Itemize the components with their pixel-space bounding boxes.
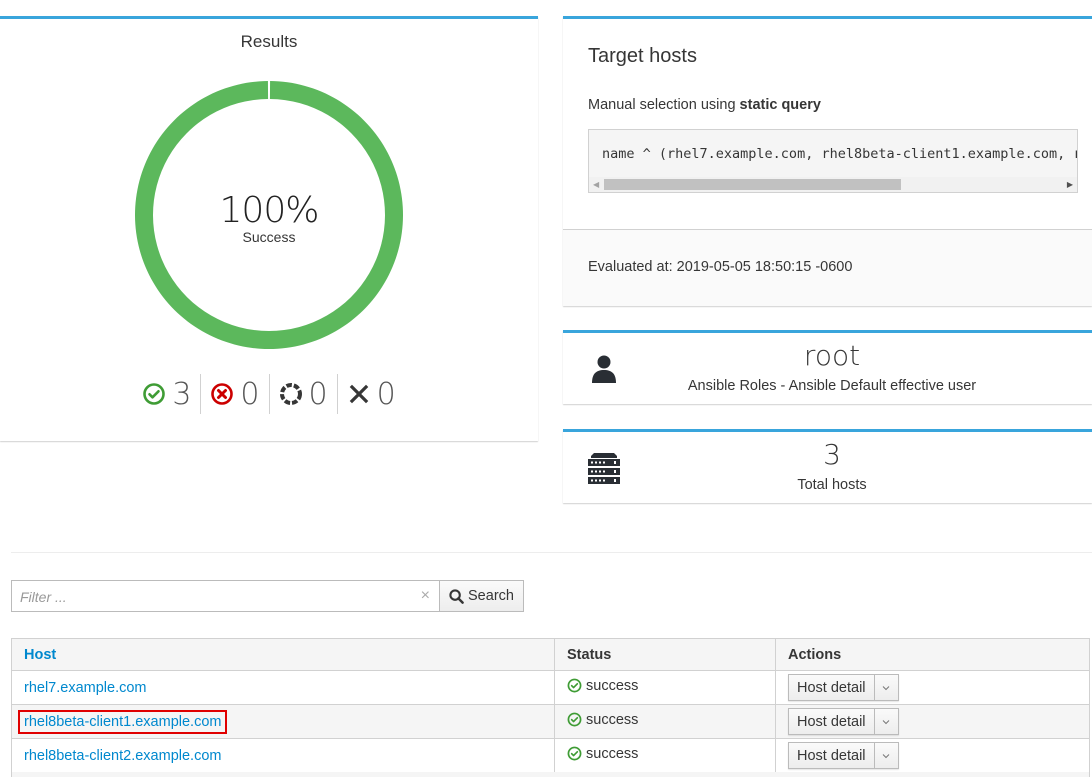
scroll-left-arrow-icon[interactable]: ◀	[593, 180, 599, 189]
count-success: 3	[133, 374, 200, 414]
clear-filter-icon[interactable]: ×	[421, 587, 430, 605]
results-card: Results 100% Success 3 0 0 0	[0, 16, 538, 441]
host-cell: rhel7.example.com	[11, 670, 555, 705]
host-cell: rhel8beta-client2.example.com	[11, 738, 555, 773]
table-footer-row	[11, 772, 1090, 777]
actions-cell: Host detail	[775, 670, 1090, 705]
horizontal-scrollbar[interactable]: ◀ ▶	[589, 177, 1077, 192]
target-selection-description: Manual selection using static query	[588, 97, 821, 113]
status-cell: success	[554, 738, 776, 773]
status-text: success	[586, 711, 639, 728]
search-button-label: Search	[468, 588, 514, 604]
pending-spinner-icon	[279, 383, 302, 405]
search-icon	[449, 588, 464, 604]
column-header-host[interactable]: Host	[11, 638, 555, 671]
host-link[interactable]: rhel8beta-client1.example.com	[17, 709, 228, 734]
column-header-actions: Actions	[775, 638, 1090, 671]
host-actions-dropdown[interactable]	[874, 708, 899, 735]
count-pending: 0	[268, 374, 337, 414]
chevron-down-icon	[882, 685, 890, 690]
scrollbar-thumb[interactable]	[604, 179, 901, 190]
host-actions-dropdown[interactable]	[874, 742, 899, 769]
query-text: name ^ (rhel7.example.com, rhel8beta-cli…	[602, 146, 1077, 162]
filter-input[interactable]: Filter ... ×	[11, 580, 441, 612]
target-hosts-card: Target hosts Manual selection using stat…	[563, 16, 1092, 306]
total-hosts-value: 3	[823, 438, 841, 471]
donut-center: 100% Success	[134, 190, 404, 246]
host-detail-button[interactable]: Host detail	[788, 708, 875, 735]
count-failed: 0	[200, 374, 268, 414]
hosts-table: Host Status Actions rhel7.example.com su…	[11, 638, 1090, 773]
host-action-group: Host detail	[788, 742, 899, 769]
close-icon	[349, 384, 368, 404]
table-row: rhel8beta-client1.example.com success Ho…	[11, 704, 1090, 739]
status-cell: success	[554, 670, 776, 705]
host-action-group: Host detail	[788, 674, 899, 701]
error-circle-icon	[211, 383, 234, 405]
count-success-value: 3	[172, 376, 192, 412]
table-row: rhel8beta-client2.example.com success Ho…	[11, 738, 1090, 773]
check-circle-icon	[143, 383, 166, 405]
actions-cell: Host detail	[775, 738, 1090, 773]
count-pending-value: 0	[308, 376, 328, 412]
search-button[interactable]: Search	[439, 580, 524, 612]
chevron-down-icon	[882, 753, 890, 758]
scroll-right-arrow-icon[interactable]: ▶	[1067, 180, 1073, 189]
host-detail-button[interactable]: Host detail	[788, 742, 875, 769]
count-failed-value: 0	[240, 376, 260, 412]
target-hosts-title: Target hosts	[588, 45, 697, 67]
results-title: Results	[240, 32, 298, 51]
check-circle-icon	[567, 712, 582, 727]
status-cell: success	[554, 704, 776, 739]
target-desc-bold: static query	[739, 97, 821, 113]
host-link[interactable]: rhel8beta-client2.example.com	[24, 748, 221, 764]
effective-user-label: Ansible Roles - Ansible Default effectiv…	[687, 378, 977, 394]
actions-cell: Host detail	[775, 704, 1090, 739]
query-code-block[interactable]: name ^ (rhel7.example.com, rhel8beta-cli…	[588, 129, 1078, 193]
sort-host-link[interactable]: Host	[24, 647, 56, 663]
status-text: success	[586, 745, 639, 762]
check-circle-icon	[567, 746, 582, 761]
success-caption: Success	[242, 229, 296, 245]
table-row: rhel7.example.com success Host detail	[11, 670, 1090, 705]
host-action-group: Host detail	[788, 708, 899, 735]
total-hosts-label: Total hosts	[797, 477, 867, 493]
success-percent: 100%	[219, 190, 320, 231]
host-detail-button[interactable]: Host detail	[788, 674, 875, 701]
table-header-row: Host Status Actions	[11, 638, 1090, 671]
host-link[interactable]: rhel7.example.com	[24, 680, 147, 696]
count-cancelled: 0	[336, 374, 405, 414]
section-divider	[11, 552, 1092, 553]
effective-user-card: root Ansible Roles - Ansible Default eff…	[563, 330, 1092, 404]
filter-placeholder: Filter ...	[20, 589, 67, 605]
target-hosts-footer: Evaluated at: 2019-05-05 18:50:15 -0600	[563, 229, 1092, 306]
status-text: success	[586, 677, 639, 694]
column-header-status: Status	[554, 638, 776, 671]
count-cancelled-value: 0	[376, 376, 396, 412]
effective-user-value: root	[803, 339, 861, 372]
chevron-down-icon	[882, 719, 890, 724]
result-counts: 3 0 0 0	[0, 374, 538, 414]
total-hosts-card: 3 Total hosts	[563, 429, 1092, 503]
host-cell: rhel8beta-client1.example.com	[11, 704, 555, 739]
check-circle-icon	[567, 678, 582, 693]
target-desc-prefix: Manual selection using	[588, 97, 740, 113]
evaluated-at: Evaluated at: 2019-05-05 18:50:15 -0600	[588, 259, 853, 275]
host-actions-dropdown[interactable]	[874, 674, 899, 701]
